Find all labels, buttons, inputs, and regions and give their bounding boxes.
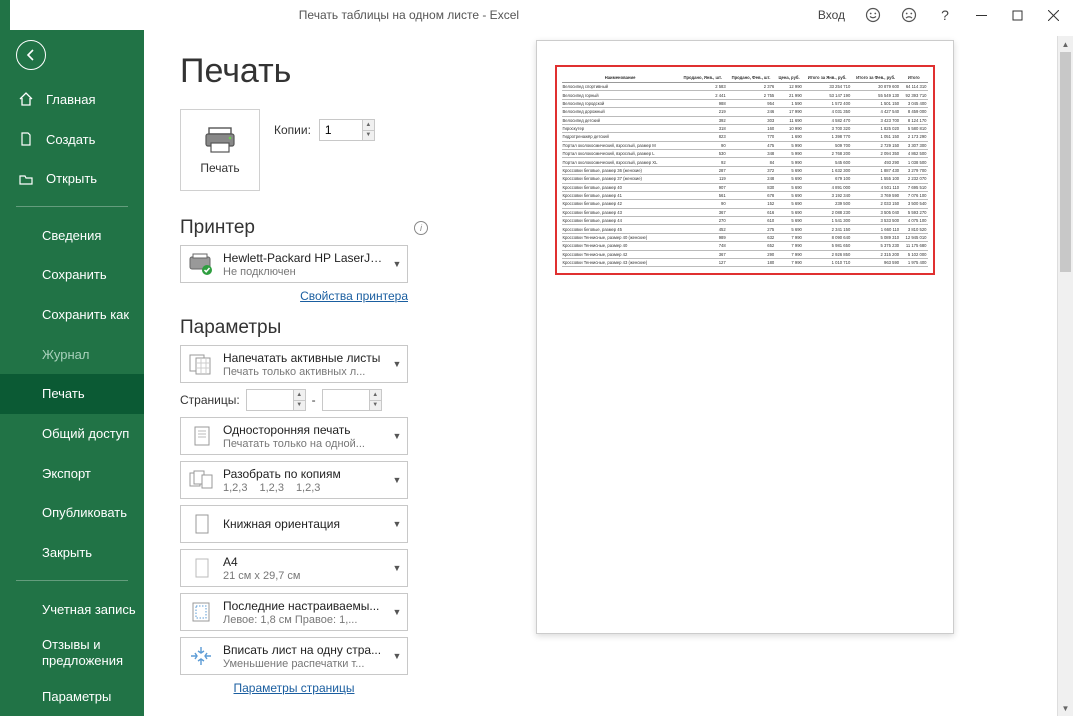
fit-dropdown[interactable]: Вписать лист на одну стра...Уменьшение р… [180, 637, 408, 675]
printer-heading: Принтер [180, 217, 255, 239]
sidebar-item-saveas[interactable]: Сохранить как [0, 295, 144, 335]
spinner-up[interactable]: ▲ [293, 390, 305, 401]
sidebar-item-export[interactable]: Экспорт [0, 453, 144, 493]
vertical-scrollbar[interactable]: ▲ ▼ [1057, 36, 1073, 716]
sidebar-item-feedback[interactable]: Отзывы и предложения [0, 629, 144, 677]
printer-dropdown[interactable]: Hewlett-Packard HP LaserJe...Не подключе… [180, 245, 408, 283]
face-happy-icon[interactable] [855, 0, 891, 30]
margins-icon [187, 598, 215, 626]
portrait-icon [187, 510, 215, 538]
printer-status-icon [187, 250, 215, 278]
login-button[interactable]: Вход [808, 8, 855, 22]
help-icon[interactable]: ? [927, 0, 963, 30]
settings-heading: Параметры [180, 317, 281, 339]
sidebar-item-history[interactable]: Журнал [0, 334, 144, 374]
print-button-label: Печать [200, 161, 239, 175]
pages-sep: - [312, 393, 316, 407]
spinner-down[interactable]: ▼ [293, 401, 305, 411]
page-setup-link[interactable]: Параметры страницы [180, 681, 408, 695]
page-heading: Печать [180, 52, 432, 91]
scroll-thumb[interactable] [1060, 52, 1071, 272]
maximize-button[interactable] [999, 0, 1035, 30]
chevron-down-icon: ▼ [391, 259, 403, 269]
document-icon [18, 131, 34, 147]
chevron-down-icon: ▼ [391, 519, 403, 529]
info-icon[interactable]: i [414, 221, 428, 235]
one-sided-icon [187, 422, 215, 450]
paper-icon [187, 554, 215, 582]
spinner-up[interactable]: ▲ [362, 120, 374, 131]
sidebar-item-new[interactable]: Создать [0, 119, 144, 159]
sidebar-item-save[interactable]: Сохранить [0, 255, 144, 295]
window-title: Печать таблицы на одном листе - Excel [10, 8, 808, 22]
sidebar-item-label: Главная [46, 92, 95, 107]
chevron-down-icon: ▼ [391, 563, 403, 573]
sidebar-item-open[interactable]: Открыть [0, 159, 144, 199]
spinner-down[interactable]: ▼ [369, 401, 381, 411]
chevron-down-icon: ▼ [391, 651, 403, 661]
printer-icon [203, 125, 237, 155]
collate-icon [187, 466, 215, 494]
sidebar-item-share[interactable]: Общий доступ [0, 414, 144, 454]
chevron-down-icon: ▼ [391, 431, 403, 441]
sidebar-item-print[interactable]: Печать [0, 374, 144, 414]
close-button[interactable] [1035, 0, 1071, 30]
sidebar-item-home[interactable]: Главная [0, 80, 144, 120]
orientation-dropdown[interactable]: Книжная ориентация ▼ [180, 505, 408, 543]
minimize-button[interactable] [963, 0, 999, 30]
chevron-down-icon: ▼ [391, 359, 403, 369]
chevron-down-icon: ▼ [391, 475, 403, 485]
scroll-up-button[interactable]: ▲ [1058, 36, 1073, 52]
spinner-up[interactable]: ▲ [369, 390, 381, 401]
sidebar-item-info[interactable]: Сведения [0, 215, 144, 255]
print-button[interactable]: Печать [180, 109, 260, 191]
sidebar-item-account[interactable]: Учетная запись [0, 589, 144, 629]
chevron-down-icon: ▼ [391, 607, 403, 617]
home-icon [18, 91, 34, 107]
sidebar-item-publish[interactable]: Опубликовать [0, 493, 144, 533]
paper-dropdown[interactable]: A421 см x 29,7 см ▼ [180, 549, 408, 587]
face-sad-icon[interactable] [891, 0, 927, 30]
fit-icon [187, 642, 215, 670]
preview-table: НаименованиеПродано, Янв., шт.Продано, Ф… [562, 73, 928, 267]
back-button[interactable] [0, 30, 144, 80]
pages-label: Страницы: [180, 393, 240, 407]
sidebar-item-close[interactable]: Закрыть [0, 533, 144, 573]
spinner-down[interactable]: ▼ [362, 131, 374, 141]
folder-open-icon [18, 171, 34, 187]
sidebar-item-label: Открыть [46, 171, 97, 186]
copies-label: Копии: [274, 123, 311, 137]
printer-properties-link[interactable]: Свойства принтера [180, 289, 408, 303]
collate-dropdown[interactable]: Разобрать по копиям1,2,31,2,31,2,3 ▼ [180, 461, 408, 499]
sheets-icon [187, 350, 215, 378]
margins-dropdown[interactable]: Последние настраиваемы...Левое: 1,8 см П… [180, 593, 408, 631]
sidebar-item-options[interactable]: Параметры [0, 676, 144, 716]
sidebar-item-label: Создать [46, 132, 95, 147]
sides-dropdown[interactable]: Односторонняя печатьПечатать только на о… [180, 417, 408, 455]
print-preview: НаименованиеПродано, Янв., шт.Продано, Ф… [536, 40, 954, 634]
scroll-down-button[interactable]: ▼ [1058, 700, 1073, 716]
print-what-dropdown[interactable]: Напечатать активные листыПечать только а… [180, 345, 408, 383]
